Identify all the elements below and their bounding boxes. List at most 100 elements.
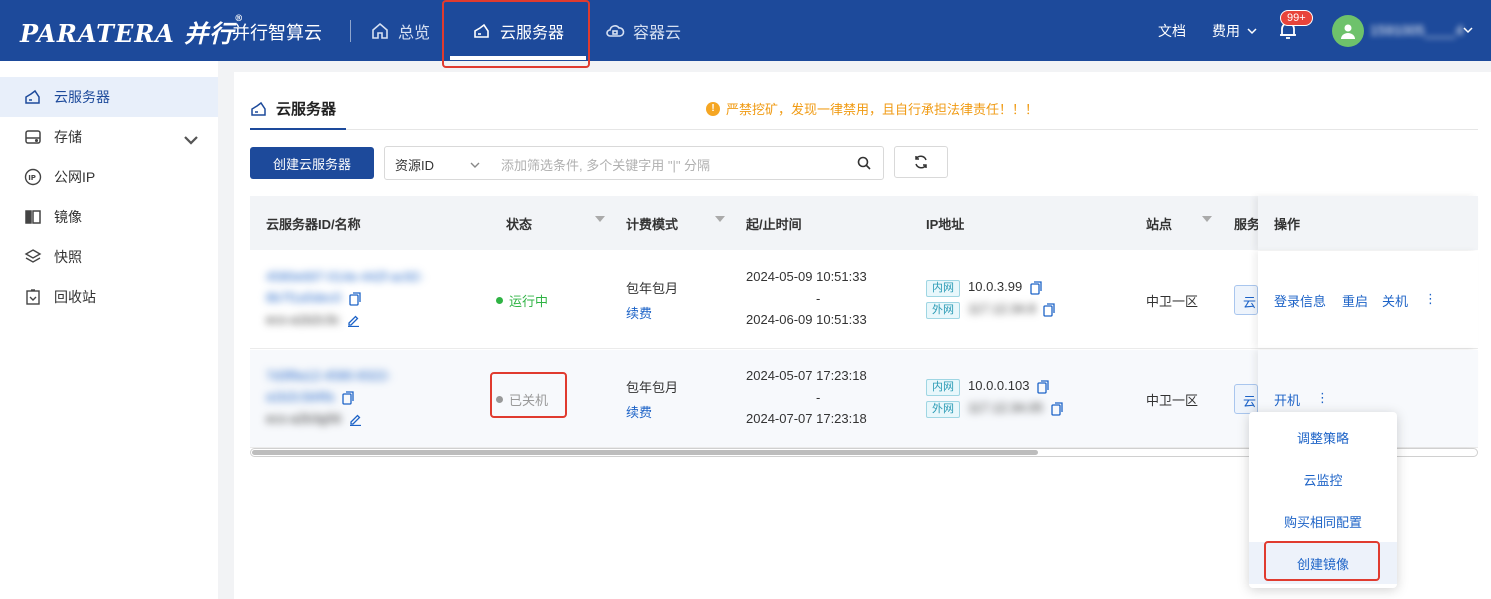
server-name: ecs-a1b2c3c xyxy=(266,312,340,327)
copy-icon[interactable] xyxy=(1043,302,1055,317)
nav-cloud-server-label: 云服务器 xyxy=(499,24,564,42)
username[interactable]: 1591005____4 xyxy=(1370,22,1463,38)
copy-icon[interactable] xyxy=(1030,280,1042,295)
container-cloud-icon xyxy=(606,24,625,37)
nav-container-cloud-label: 容器云 xyxy=(633,24,682,42)
image-icon xyxy=(25,210,41,224)
shutdown-link[interactable]: 关机 xyxy=(1382,291,1408,310)
copy-icon[interactable] xyxy=(341,390,354,405)
column-header: IP地址 xyxy=(926,217,965,232)
recycle-bin-icon xyxy=(26,289,40,305)
scrollbar-thumb[interactable] xyxy=(252,450,1038,455)
more-icon[interactable]: ⋮ xyxy=(1316,390,1329,406)
copy-icon[interactable] xyxy=(1050,401,1063,416)
restart-link[interactable]: 重启 xyxy=(1342,291,1368,310)
copy-icon[interactable] xyxy=(349,291,361,306)
home-icon xyxy=(372,22,388,39)
column-header: 计费模式 xyxy=(626,217,679,232)
time-separator: - xyxy=(816,291,821,306)
sidebar-item-recycle-bin[interactable]: 回收站 xyxy=(0,277,218,317)
sidebar-item-snapshot[interactable]: 快照 xyxy=(0,237,218,277)
start-time: 2024-05-07 17:23:18 xyxy=(746,368,867,383)
search-bar[interactable]: 资源ID 添加筛选条件, 多个关键字用 "|" 分隔 xyxy=(384,146,884,180)
docs-link[interactable]: 文档 xyxy=(1158,0,1186,61)
filter-icon[interactable] xyxy=(715,216,725,222)
refresh-icon xyxy=(915,155,927,169)
renew-link[interactable]: 续费 xyxy=(626,402,652,421)
column-header: 服务 xyxy=(1234,217,1258,232)
server-id[interactable]: 8b7f1a5dec0 xyxy=(266,290,341,305)
server-id[interactable]: a1b2c3d4fa xyxy=(266,389,334,404)
sidebar-item-public-ip[interactable]: IP 公网IP xyxy=(0,157,218,197)
sidebar-item-label: 存储 xyxy=(54,129,82,145)
end-time: 2024-07-07 17:23:18 xyxy=(746,411,867,426)
divider xyxy=(350,20,351,42)
more-actions-dropdown: 调整策略 云监控 购买相同配置 创建镜像 xyxy=(1249,412,1397,588)
server-id[interactable]: 7d3f9a12-4580-8322- xyxy=(266,368,391,383)
sidebar-item-label: 镜像 xyxy=(54,209,82,225)
billing-mode: 包年包月 xyxy=(626,281,679,296)
ip-tag-outer: 外网 xyxy=(926,401,960,418)
column-header: 起/止时间 xyxy=(746,217,802,232)
chevron-down-icon[interactable] xyxy=(1462,24,1474,36)
refresh-button[interactable] xyxy=(894,146,948,178)
search-input[interactable]: 添加筛选条件, 多个关键字用 "|" 分隔 xyxy=(501,155,710,174)
storage-icon xyxy=(25,130,41,144)
avatar[interactable] xyxy=(1332,15,1364,47)
status-badge: 已关机 xyxy=(496,390,548,409)
sidebar-item-label: 回收站 xyxy=(54,289,96,305)
logo[interactable]: PARATERA 并行® xyxy=(20,14,244,49)
login-info-link[interactable]: 登录信息 xyxy=(1274,291,1326,310)
nav-cloud-server[interactable]: 云服务器 xyxy=(450,0,586,61)
filter-icon[interactable] xyxy=(1202,216,1212,222)
tab-cloud-server[interactable]: 云服务器 xyxy=(250,98,336,119)
filter-icon[interactable] xyxy=(595,216,605,222)
create-server-button[interactable]: 创建云服务器 xyxy=(250,147,374,179)
power-on-link[interactable]: 开机 xyxy=(1274,390,1300,409)
warning-text: 严禁挖矿，发现一律禁用，且自行承担法律责任！！！ xyxy=(726,102,1039,117)
svg-text:IP: IP xyxy=(28,174,36,182)
search-field-select[interactable]: 资源ID xyxy=(395,155,434,174)
service-button[interactable]: 云 xyxy=(1234,285,1258,315)
chevron-down-icon[interactable] xyxy=(469,159,481,171)
cloud-server-icon xyxy=(251,101,266,116)
site: 中卫一区 xyxy=(1146,294,1199,309)
column-header: 站点 xyxy=(1146,217,1173,232)
menu-item-create-image[interactable]: 创建镜像 xyxy=(1249,542,1397,584)
billing-label: 费用 xyxy=(1212,22,1240,39)
server-id[interactable]: 4580e697-014e-442f-ac92- xyxy=(266,269,424,284)
edit-icon[interactable] xyxy=(347,314,360,328)
notification-badge: 99+ xyxy=(1280,10,1313,26)
warning-icon: ! xyxy=(706,101,720,116)
sidebar-item-label: 云服务器 xyxy=(54,89,110,105)
copy-icon[interactable] xyxy=(1037,379,1049,394)
outer-ip: 117.12.34.05 xyxy=(968,400,1043,415)
more-icon[interactable]: ⋮ xyxy=(1424,291,1437,307)
chevron-down-icon[interactable] xyxy=(182,131,200,149)
operations-header: 操作 xyxy=(1258,196,1478,250)
billing-menu[interactable]: 费用 xyxy=(1212,0,1258,61)
edit-icon[interactable] xyxy=(349,413,362,427)
ip-tag-inner: 内网 xyxy=(926,280,960,297)
nav-overview[interactable]: 总览 xyxy=(370,0,430,61)
status-badge: 运行中 xyxy=(496,291,548,310)
service-button[interactable]: 云 xyxy=(1234,384,1258,414)
column-header: 云服务器ID/名称 xyxy=(266,217,361,232)
menu-item-cloud-monitor[interactable]: 云监控 xyxy=(1249,458,1397,500)
sidebar-item-label: 快照 xyxy=(54,249,82,265)
tab-label: 云服务器 xyxy=(276,101,337,118)
menu-item-adjust-policy[interactable]: 调整策略 xyxy=(1249,416,1397,458)
ip-tag-outer: 外网 xyxy=(926,302,960,319)
sidebar-item-cloud-server[interactable]: 云服务器 xyxy=(0,77,218,117)
renew-link[interactable]: 续费 xyxy=(626,303,652,322)
ip-tag-inner: 内网 xyxy=(926,379,960,396)
search-icon[interactable] xyxy=(857,156,871,170)
snapshot-icon xyxy=(24,249,42,263)
start-time: 2024-05-09 10:51:33 xyxy=(746,269,867,284)
sidebar-item-storage[interactable]: 存储 xyxy=(0,117,218,157)
sidebar-item-image[interactable]: 镜像 xyxy=(0,197,218,237)
ip-icon: IP xyxy=(24,168,42,186)
column-header: 操作 xyxy=(1274,217,1301,232)
nav-container-cloud[interactable]: 容器云 xyxy=(605,0,681,61)
menu-item-buy-same-config[interactable]: 购买相同配置 xyxy=(1249,500,1397,542)
